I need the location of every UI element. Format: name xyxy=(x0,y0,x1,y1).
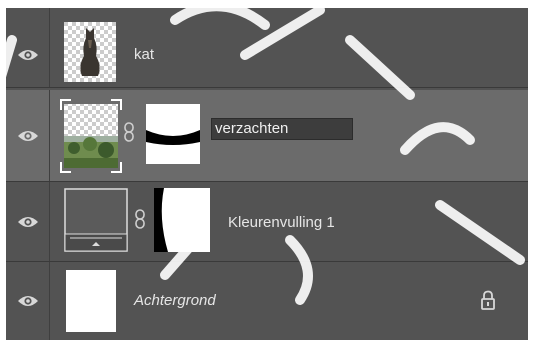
layer-row-kat[interactable]: kat xyxy=(6,8,528,88)
chain-link-icon[interactable] xyxy=(134,209,146,229)
layer-name[interactable]: Achtergrond xyxy=(134,292,216,309)
layer-row-verzachten[interactable]: verzachten xyxy=(6,90,528,182)
eye-icon[interactable] xyxy=(17,129,39,143)
eye-icon[interactable] xyxy=(17,48,39,62)
layer-row-achtergrond[interactable]: Achtergrond xyxy=(6,262,528,340)
visibility-toggle[interactable] xyxy=(6,262,50,340)
eye-icon[interactable] xyxy=(17,215,39,229)
rename-input-text[interactable]: verzachten xyxy=(215,120,288,137)
visibility-toggle[interactable] xyxy=(6,8,50,87)
chain-link-icon[interactable] xyxy=(123,122,135,142)
layer-rename-input[interactable]: verzachten xyxy=(211,118,353,140)
layer-thumbnail-cat xyxy=(64,22,116,82)
fill-layer-thumbnail xyxy=(64,188,128,252)
fill-mask-thumbnail[interactable] xyxy=(154,188,210,252)
visibility-toggle[interactable] xyxy=(6,90,50,181)
layers-panel: kat verzachten Kleurenvulling 1 Achtergr… xyxy=(6,8,528,340)
layer-thumbnail-forest xyxy=(60,99,122,173)
lock-icon[interactable] xyxy=(480,290,496,310)
eye-icon[interactable] xyxy=(17,294,39,308)
layer-mask-thumbnail[interactable] xyxy=(146,104,200,164)
background-thumbnail xyxy=(66,270,116,332)
visibility-toggle[interactable] xyxy=(6,182,50,261)
layer-name[interactable]: Kleurenvulling 1 xyxy=(228,214,335,231)
layer-name[interactable]: kat xyxy=(134,46,154,63)
layer-row-kleurenvulling[interactable]: Kleurenvulling 1 xyxy=(6,182,528,262)
